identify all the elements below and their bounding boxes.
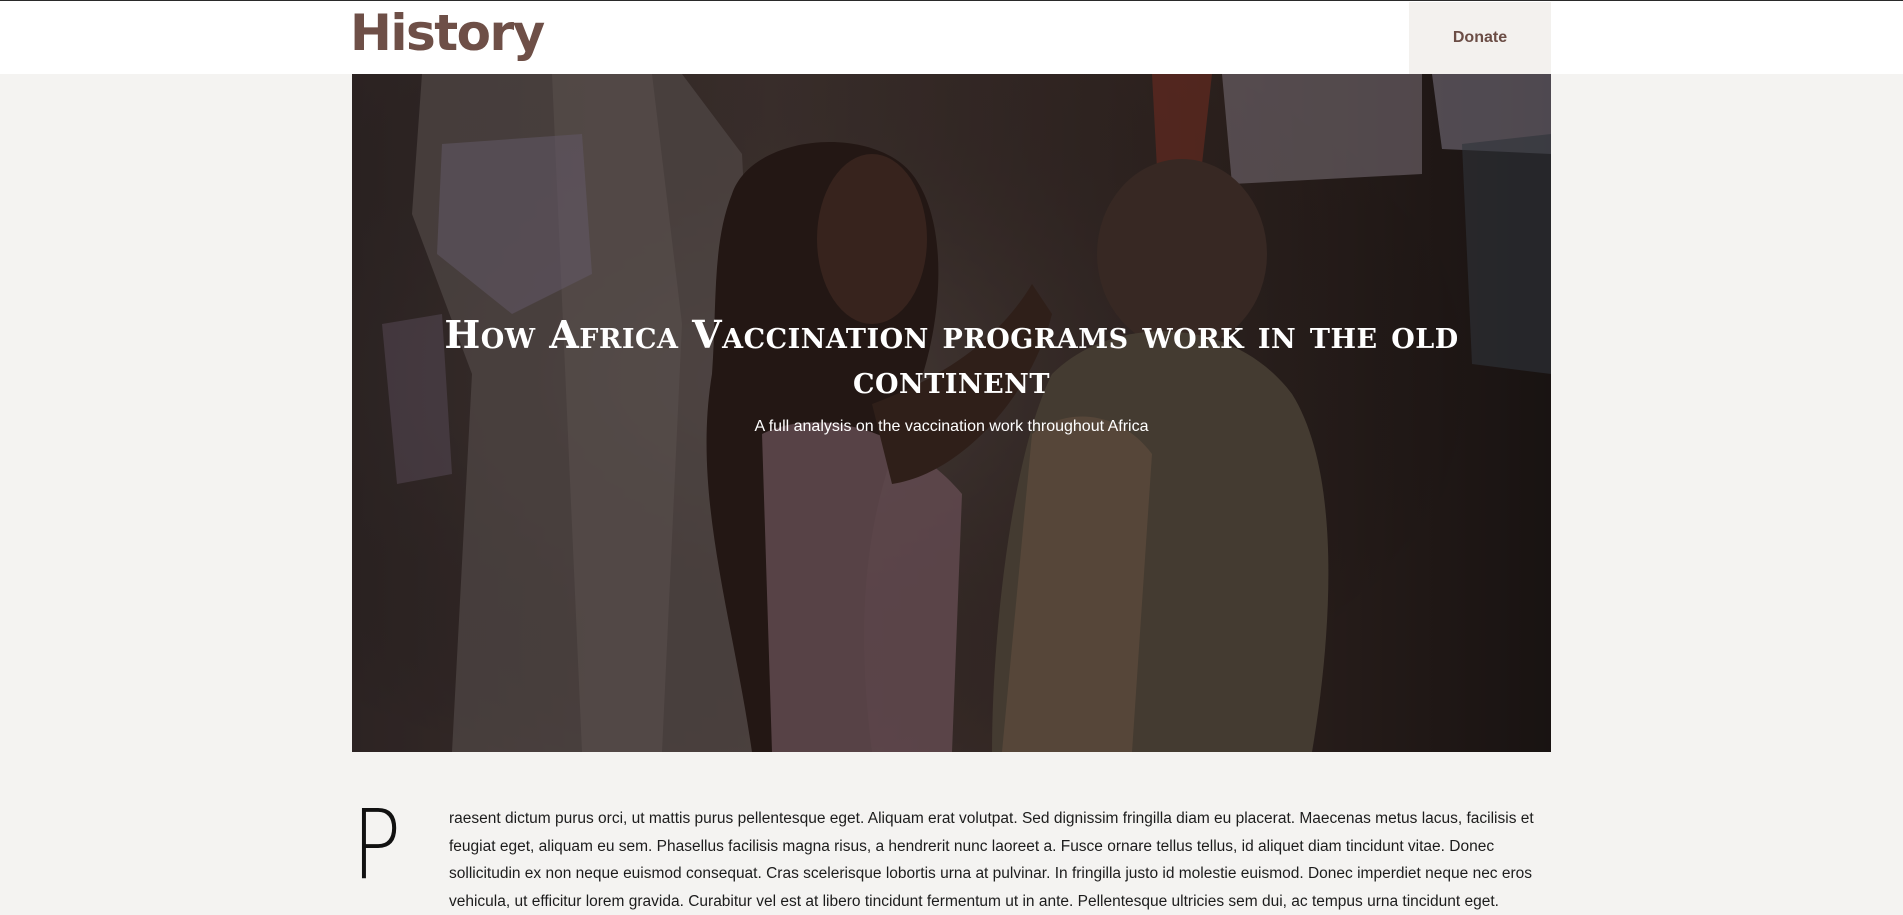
site-logo[interactable]: History [350,4,545,62]
drop-cap: P [352,789,402,901]
hero-banner: How Africa Vaccination programs work in … [352,74,1551,752]
article-paragraph: raesent dictum purus orci, ut mattis pur… [449,810,1534,910]
hero-subtitle: A full analysis on the vaccination work … [754,418,1149,435]
site-header: History Donate [0,1,1903,74]
hero-title: How Africa Vaccination programs work in … [444,312,1459,402]
donate-button[interactable]: Donate [1409,2,1551,74]
hero-overlay [352,74,1551,752]
